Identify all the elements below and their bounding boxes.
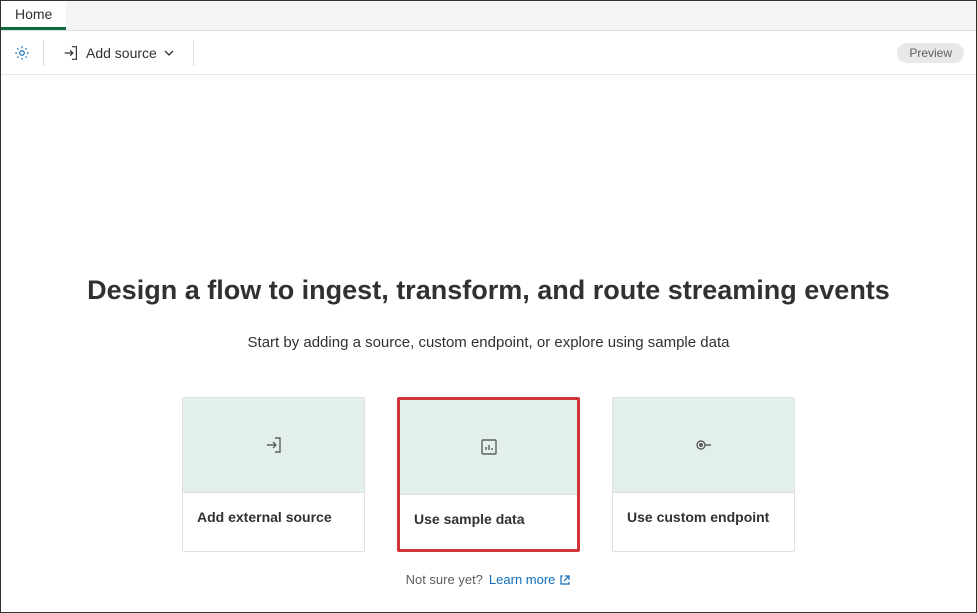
chevron-down-icon xyxy=(163,47,175,59)
footer-prompt: Not sure yet? xyxy=(406,572,483,587)
toolbar-divider xyxy=(43,40,44,66)
learn-more-label: Learn more xyxy=(489,572,555,587)
card-title: Use sample data xyxy=(414,511,563,527)
preview-badge: Preview xyxy=(897,43,964,63)
add-source-label: Add source xyxy=(86,45,157,61)
cards-row: Add external source Use sample data xyxy=(182,397,795,552)
card-use-custom-endpoint[interactable]: Use custom endpoint xyxy=(612,397,795,552)
main-content: Design a flow to ingest, transform, and … xyxy=(1,75,976,587)
settings-button[interactable] xyxy=(13,44,31,62)
card-use-sample-data[interactable]: Use sample data xyxy=(397,397,580,552)
toolbar: Add source Preview xyxy=(1,31,976,75)
endpoint-icon xyxy=(694,435,714,455)
card-title: Use custom endpoint xyxy=(627,509,780,525)
card-label-area: Use sample data xyxy=(400,494,577,549)
card-add-external-source[interactable]: Add external source xyxy=(182,397,365,552)
toolbar-divider xyxy=(193,40,194,66)
card-icon-area xyxy=(183,398,364,492)
learn-more-link[interactable]: Learn more xyxy=(489,572,571,587)
tabs-bar: Home xyxy=(1,1,976,31)
card-icon-area xyxy=(613,398,794,492)
page-subtitle: Start by adding a source, custom endpoin… xyxy=(248,334,730,351)
bar-chart-icon xyxy=(479,437,499,457)
card-label-area: Use custom endpoint xyxy=(613,492,794,547)
card-label-area: Add external source xyxy=(183,492,364,547)
gear-icon xyxy=(13,44,31,62)
enter-icon xyxy=(62,44,80,62)
footer-row: Not sure yet? Learn more xyxy=(406,572,572,587)
external-link-icon xyxy=(559,574,571,586)
card-title: Add external source xyxy=(197,509,350,525)
enter-icon xyxy=(264,435,284,455)
add-source-button[interactable]: Add source xyxy=(56,40,181,66)
page-heading: Design a flow to ingest, transform, and … xyxy=(87,275,890,306)
card-icon-area xyxy=(400,400,577,494)
tab-home[interactable]: Home xyxy=(1,1,66,30)
